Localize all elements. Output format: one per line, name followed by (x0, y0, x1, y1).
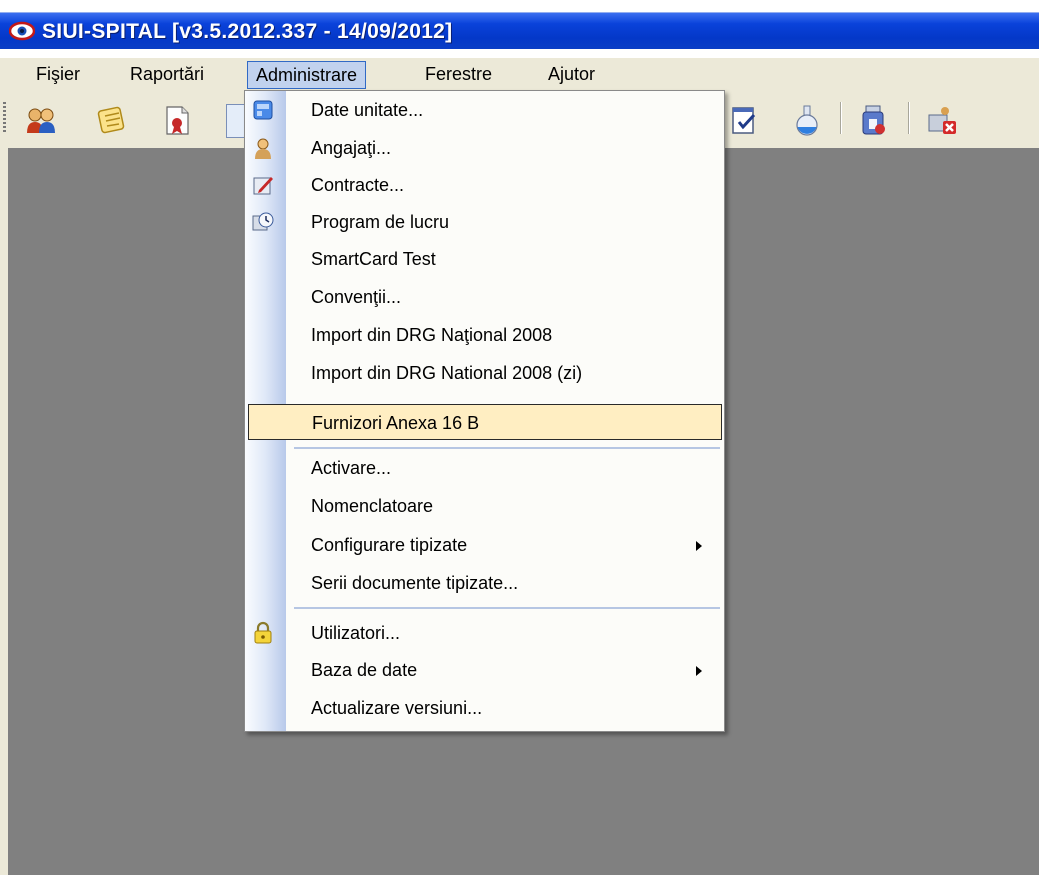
menu-item-baza-de-date[interactable]: Baza de date (245, 652, 724, 688)
menu-item-label: SmartCard Test (311, 249, 436, 269)
menu-item-import-drg-2008[interactable]: Import din DRG Naţional 2008 (245, 317, 724, 353)
window-title: SIUI-SPITAL [v3.5.2012.337 - 14/09/2012] (42, 20, 453, 43)
menu-item-label: Import din DRG National 2008 (zi) (311, 363, 583, 383)
menu-raportari[interactable]: Raportări (122, 62, 212, 86)
menu-item-activare[interactable]: Activare... (245, 450, 724, 486)
lock-icon (254, 621, 272, 644)
menu-item-label: Serii documente tipizate... (311, 573, 519, 593)
menu-item-label: Program de lucru (311, 212, 450, 232)
menu-item-label: Baza de date (311, 660, 418, 680)
menu-separator (294, 607, 720, 609)
work-schedule-icon (252, 212, 274, 231)
administrare-dropdown: Date unitate... Angajaţi... Contracte...… (244, 90, 725, 732)
checklist-icon[interactable] (727, 103, 761, 137)
medical-kit-icon[interactable] (857, 103, 891, 137)
close-record-icon[interactable] (925, 103, 959, 137)
menu-separator (294, 447, 720, 449)
menu-ajutor[interactable]: Ajutor (540, 62, 603, 86)
notes-icon[interactable] (95, 103, 129, 137)
title-bar-inner: SIUI-SPITAL [v3.5.2012.337 - 14/09/2012] (0, 13, 1039, 49)
employee-icon (255, 138, 271, 159)
menu-item-furnizori-anexa-16b[interactable]: Furnizori Anexa 16 B (248, 404, 722, 440)
menu-item-utilizatori[interactable]: Utilizatori... (245, 615, 724, 651)
menu-fisier[interactable]: Fişier (28, 62, 88, 86)
menu-item-label: Configurare tipizate (311, 535, 468, 555)
window-left-border (0, 148, 8, 875)
menu-item-label: Import din DRG Naţional 2008 (311, 325, 553, 345)
menu-administrare[interactable]: Administrare (247, 61, 367, 89)
menu-item-label: Convenţii... (311, 287, 402, 307)
menu-item-import-drg-2008-zi[interactable]: Import din DRG National 2008 (zi) (245, 355, 724, 391)
menu-item-label: Angajaţi... (311, 138, 392, 158)
menu-item-conventii[interactable]: Convenţii... (245, 279, 724, 315)
contract-edit-icon (253, 177, 273, 195)
toolbar-separator (840, 102, 842, 134)
menu-item-label: Contracte... (311, 175, 405, 195)
menu-item-program-de-lucru[interactable]: Program de lucru (245, 204, 724, 240)
menu-item-label: Date unitate... (311, 100, 424, 120)
menu-item-nomenclatoare[interactable]: Nomenclatoare (245, 488, 724, 524)
flask-icon[interactable] (790, 103, 824, 137)
menu-bar: Fişier Raportări Administrare Ferestre A… (0, 58, 1039, 90)
menu-item-smartcard-test[interactable]: SmartCard Test (245, 241, 724, 277)
toolbar-grip[interactable] (3, 102, 6, 132)
eye-logo-icon (9, 21, 35, 41)
menu-item-serii-documente-tipizate[interactable]: Serii documente tipizate... (245, 565, 724, 601)
submenu-arrow-icon (696, 541, 702, 551)
menu-ferestre[interactable]: Ferestre (417, 62, 500, 86)
menu-item-angajati[interactable]: Angajaţi... (245, 130, 724, 166)
menu-item-label: Utilizatori... (311, 623, 401, 643)
menu-item-label: Nomenclatoare (311, 496, 434, 516)
submenu-arrow-icon (696, 666, 702, 676)
unit-data-icon (253, 100, 273, 120)
title-bar[interactable]: SIUI-SPITAL [v3.5.2012.337 - 14/09/2012] (0, 0, 1039, 58)
users-icon[interactable] (24, 103, 58, 137)
document-icon[interactable] (226, 104, 246, 138)
menu-item-label: Actualizare versiuni... (311, 698, 483, 718)
menu-item-label: Furnizori Anexa 16 B (312, 413, 480, 433)
toolbar-separator (908, 102, 910, 134)
menu-item-actualizare-versiuni[interactable]: Actualizare versiuni... (245, 690, 724, 726)
menu-item-date-unitate[interactable]: Date unitate... (245, 92, 724, 128)
menu-item-contracte[interactable]: Contracte... (245, 167, 724, 203)
menu-item-label: Activare... (311, 458, 392, 478)
certificate-document-icon[interactable] (160, 103, 194, 137)
menu-item-configurare-tipizate[interactable]: Configurare tipizate (245, 527, 724, 563)
